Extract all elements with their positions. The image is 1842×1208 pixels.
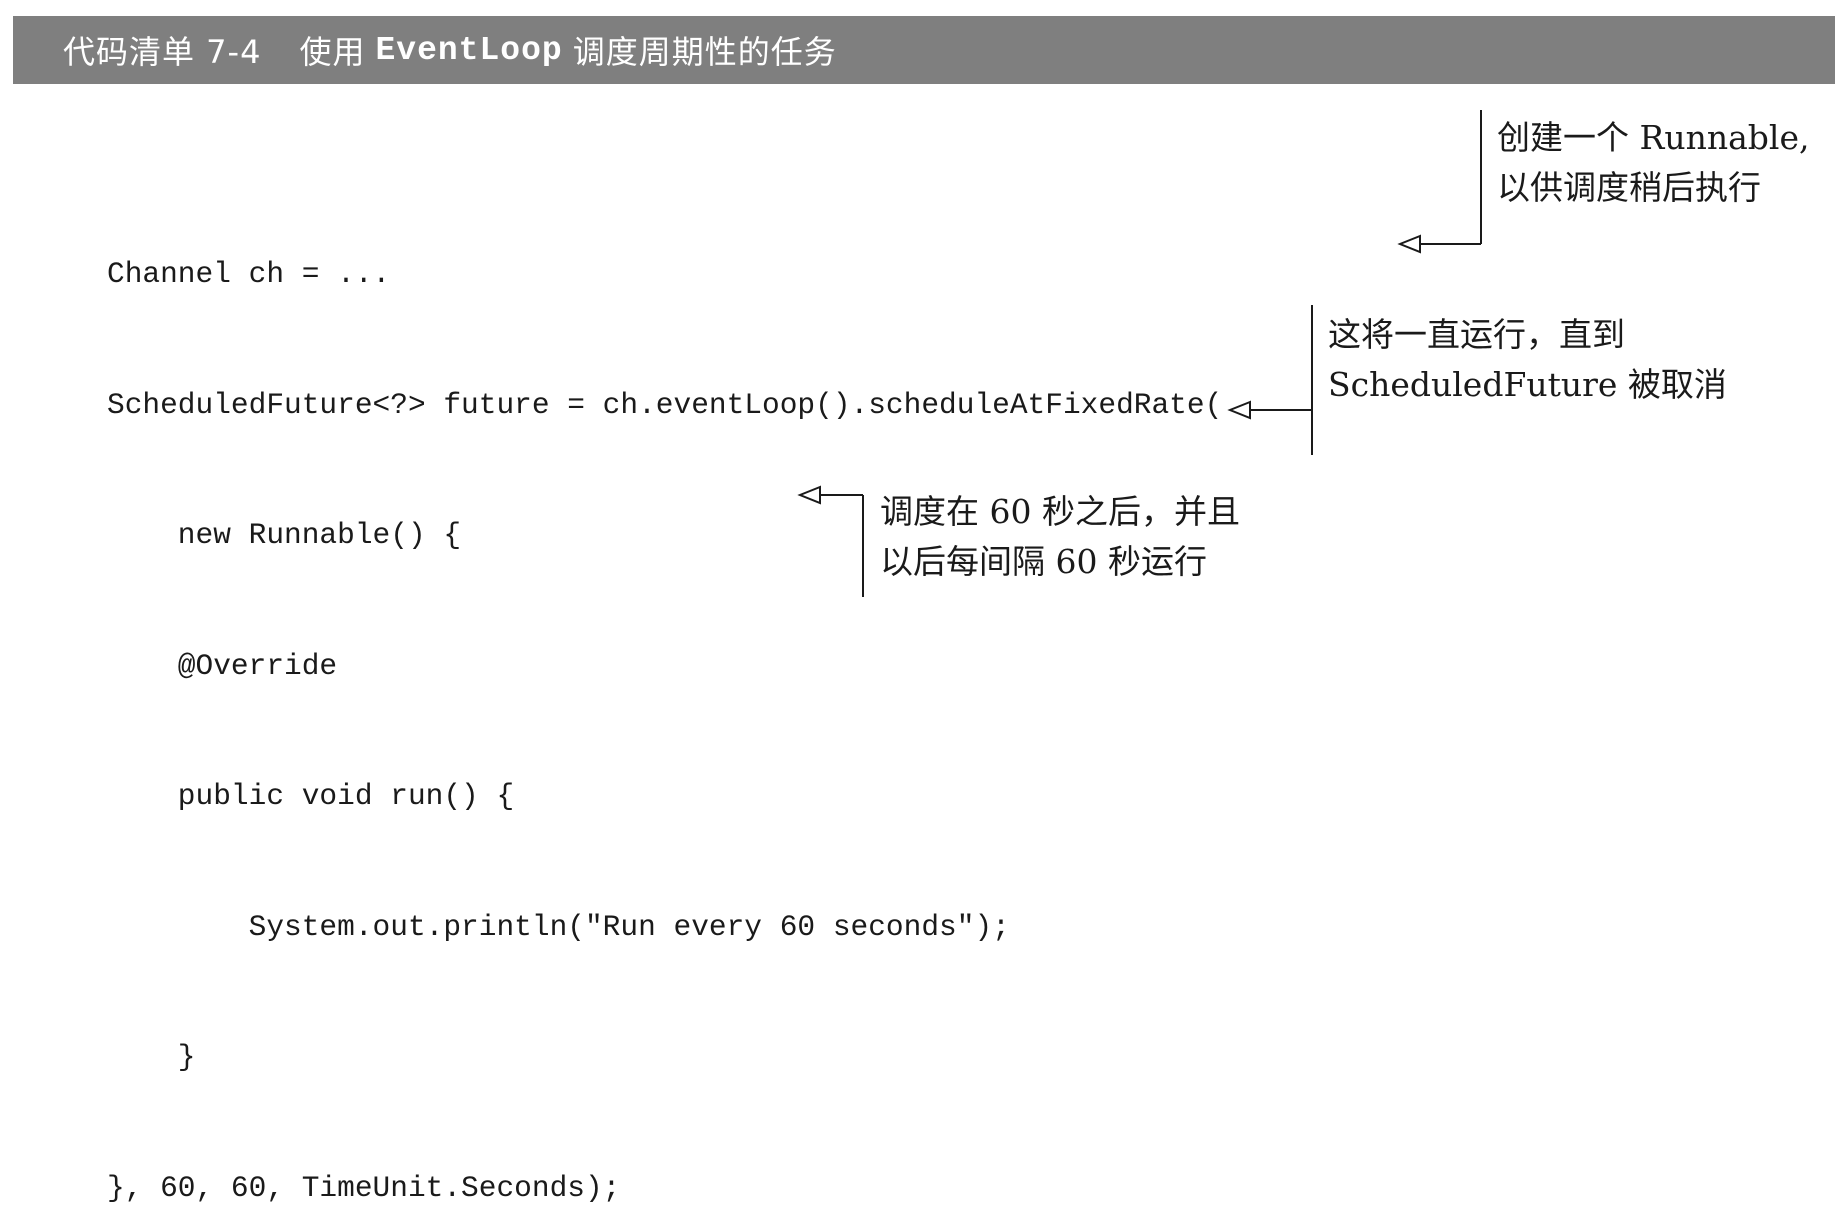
annotation-schedule-line1: 调度在 60 秒之后，并且: [880, 487, 1240, 537]
annotation-runnable-line1: 创建一个 Runnable,: [1497, 113, 1809, 163]
code-line-1: Channel ch = ...: [107, 253, 1222, 297]
code-line-4: @Override: [107, 645, 1222, 689]
listing-label: 代码清单 7-4: [63, 27, 261, 73]
listing-title-prefix: 使用: [299, 27, 365, 73]
code-line-7: }: [107, 1036, 1222, 1080]
annotation-runnable: 创建一个 Runnable, 以供调度稍后执行: [1497, 113, 1809, 213]
listing-header: 代码清单 7-4 使用 EventLoop 调度周期性的任务: [13, 16, 1835, 84]
runnable-leader: [1400, 110, 1481, 252]
annotation-run-until-line1: 这将一直运行，直到: [1328, 310, 1727, 360]
listing-title-code: EventLoop: [375, 32, 562, 69]
annotation-run-until-line2: ScheduledFuture 被取消: [1328, 360, 1727, 410]
annotation-schedule-line2: 以后每间隔 60 秒运行: [880, 537, 1240, 587]
listing-title-suffix: 调度周期性的任务: [573, 27, 837, 73]
code-block: Channel ch = ... ScheduledFuture<?> futu…: [107, 166, 1222, 1208]
annotation-runnable-line2: 以供调度稍后执行: [1497, 163, 1809, 213]
code-line-6: System.out.println("Run every 60 seconds…: [107, 906, 1222, 950]
code-line-2: ScheduledFuture<?> future = ch.eventLoop…: [107, 384, 1222, 428]
code-line-8: }, 60, 60, TimeUnit.Seconds);: [107, 1167, 1222, 1208]
code-line-5: public void run() {: [107, 775, 1222, 819]
annotation-run-until: 这将一直运行，直到 ScheduledFuture 被取消: [1328, 310, 1727, 410]
run-until-leader: [1230, 305, 1312, 455]
annotation-schedule: 调度在 60 秒之后，并且 以后每间隔 60 秒运行: [880, 487, 1240, 587]
